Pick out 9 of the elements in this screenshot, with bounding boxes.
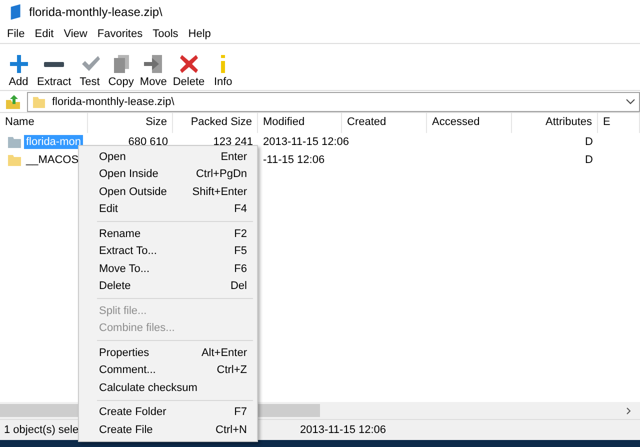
status-text: 2013-11-15 12:06 xyxy=(300,424,386,436)
table-cell: D xyxy=(585,136,593,148)
window-title: florida-monthly-lease.zip\ xyxy=(29,5,162,19)
table-cell: -11-15 12:06 xyxy=(263,154,325,166)
table-cell: D xyxy=(585,154,593,166)
table-cell: 2013-11-15 12:06 xyxy=(263,136,350,148)
table-cell: 680 610 xyxy=(128,136,168,148)
status-text: 1 object(s) sele xyxy=(3,424,79,436)
table-cell: 123 241 xyxy=(213,136,253,148)
